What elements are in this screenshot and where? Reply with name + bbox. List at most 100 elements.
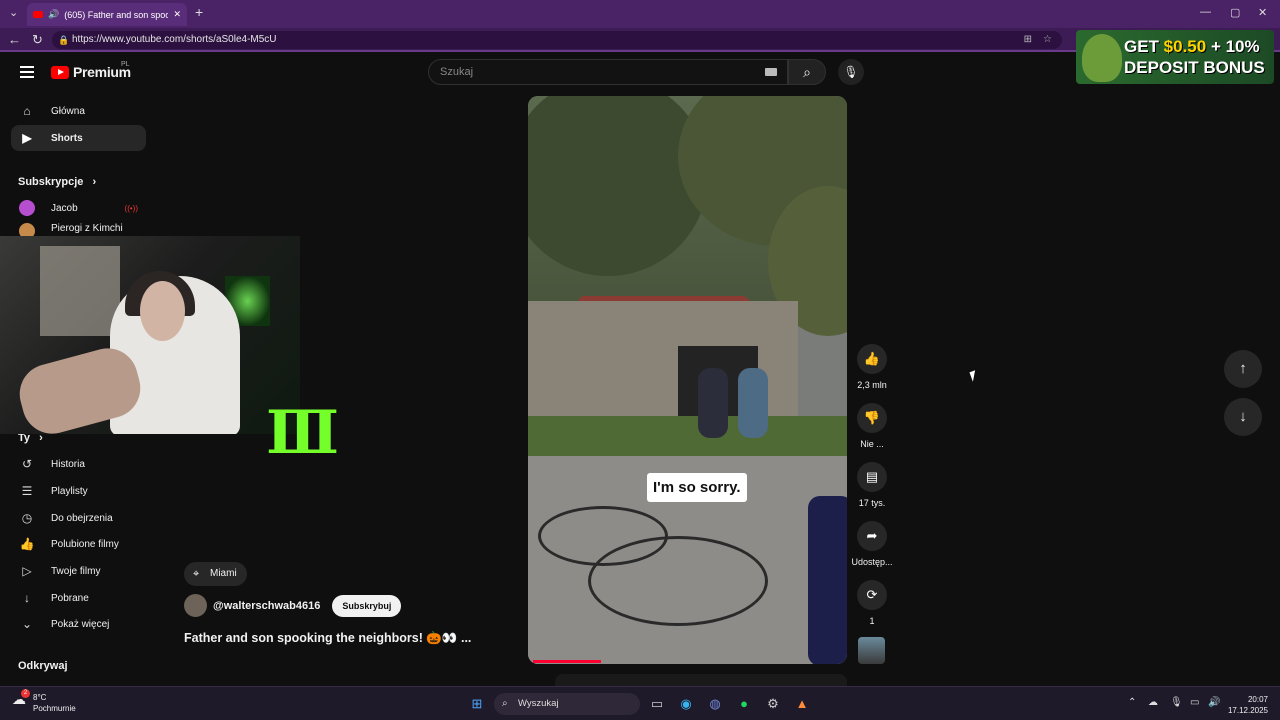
spotify-icon[interactable]: ● (735, 695, 753, 713)
edge-icon[interactable]: ◉ (677, 695, 695, 713)
search-input[interactable]: Szukaj (428, 59, 788, 85)
search-button[interactable]: ⌕ (788, 59, 826, 85)
thumb-down-icon: 👎 (857, 403, 887, 433)
shorts-video-player[interactable]: I'm so sorry. (528, 96, 847, 664)
close-tab-icon[interactable]: ✕ (173, 9, 181, 20)
like-button[interactable]: 👍 2,3 mln (850, 344, 894, 390)
tab-list-icon[interactable]: ⌄ (9, 6, 18, 19)
youtube-logo[interactable]: Premium PL (51, 61, 131, 80)
favorite-star-icon[interactable]: ☆ (1043, 31, 1052, 49)
time: 20:07 (1247, 695, 1268, 704)
clock-icon: ◷ (21, 511, 33, 525)
temperature: 8°C (33, 693, 47, 702)
sidebar-item-label: Pobrane (51, 592, 89, 604)
video-caption: I'm so sorry. (647, 473, 747, 502)
sidebar-item-downloads[interactable]: ↓ Pobrane (11, 585, 146, 611)
steam-icon[interactable]: ⚙ (764, 695, 782, 713)
subscriptions-header[interactable]: Subskrypcje › (18, 176, 96, 188)
tray-chevron-up-icon[interactable]: ⌃ (1128, 697, 1136, 708)
close-window-button[interactable]: ✕ (1258, 6, 1267, 19)
share-button[interactable]: ➦ Udostęp... (850, 521, 894, 567)
sound-thumbnail[interactable] (858, 637, 885, 664)
dislike-button[interactable]: 👎 Nie ... (850, 403, 894, 449)
avatar[interactable] (184, 594, 207, 617)
system-clock[interactable]: 20:07 17.12.2025 (1226, 694, 1268, 716)
monster-logo-icon: Ⅲ (266, 398, 340, 468)
app-icon[interactable]: ▲ (793, 695, 811, 713)
maximize-button[interactable]: ▢ (1230, 6, 1240, 19)
voice-search-button[interactable]: 🎙 (838, 59, 864, 85)
history-icon: ↺ (21, 457, 33, 471)
date: 17.12.2025 (1227, 706, 1268, 715)
keyboard-icon[interactable] (765, 68, 777, 76)
chevron-right-icon: › (92, 176, 97, 188)
windows-start-icon[interactable]: ⊞ (468, 695, 486, 713)
playlist-icon: ☰ (21, 484, 33, 498)
location-chip[interactable]: ⌖ Miami (184, 562, 247, 586)
sidebar-item-jacob[interactable]: Jacob ((•)) (11, 195, 146, 221)
sidebar-item-shorts[interactable]: ▶ Shorts (11, 125, 146, 151)
sidebar-item-liked[interactable]: 👍 Polubione filmy (11, 531, 146, 557)
channel-row: @walterschwab4616 Subskrybuj (184, 594, 402, 617)
thumb-up-icon: 👍 (857, 344, 887, 374)
remix-button[interactable]: ⟳ 1 (850, 580, 894, 626)
microphone-icon: 🎙 (843, 65, 859, 79)
comment-count: 17 tys. (858, 498, 886, 508)
previous-short-button[interactable]: ↑ (1224, 350, 1262, 388)
share-icon: ➦ (857, 521, 887, 551)
weather-condition: Pochmurnie (33, 704, 76, 713)
sidebar-item-your-videos[interactable]: ▷ Twoje filmy (11, 558, 146, 584)
discord-icon[interactable]: ◍ (706, 695, 724, 713)
sidebar-item-playlists[interactable]: ☰ Playlisty (11, 478, 146, 504)
location-text: Miami (210, 568, 237, 579)
sidebar-item-label: Pokaż więcej (51, 618, 110, 630)
menu-icon[interactable] (20, 66, 34, 78)
search-icon: ⌕ (502, 698, 508, 709)
channel-name[interactable]: @walterschwab4616 (213, 600, 320, 612)
location-pin-icon: ⌖ (193, 568, 200, 580)
taskbar-search[interactable]: ⌕ Wyszukaj (494, 693, 640, 715)
sidebar-item-label: Główna (51, 105, 85, 117)
tab-title: (605) Father and son spooking t (64, 9, 169, 20)
avatar (19, 200, 35, 216)
video-icon: ▷ (22, 564, 32, 578)
video-progress-bar[interactable] (533, 660, 601, 663)
apps-icon[interactable]: ⊞ (1024, 31, 1032, 49)
browser-tab[interactable]: 🔊 (605) Father and son spooking t ✕ (27, 3, 187, 26)
network-icon[interactable]: ▭ (1190, 697, 1199, 708)
task-view-icon[interactable]: ▭ (648, 695, 666, 713)
microphone-icon[interactable]: 🎙 (1170, 697, 1183, 708)
comments-button[interactable]: ▤ 17 tys. (850, 462, 894, 508)
sidebar-item-home[interactable]: ⌂ Główna (11, 98, 146, 124)
new-tab-button[interactable]: + (195, 4, 203, 20)
arrow-down-icon: ↓ (1239, 408, 1247, 425)
sidebar-item-pierogi[interactable]: Pierogi z Kimchi (11, 223, 146, 236)
weather-widget[interactable]: ☁ 2 8°C Pochmurnie (12, 689, 76, 714)
next-short-button[interactable]: ↓ (1224, 398, 1262, 436)
next-short-preview[interactable] (555, 674, 847, 686)
live-icon: ((•)) (124, 203, 138, 213)
arrow-up-icon: ↑ (1239, 360, 1247, 377)
sidebar-item-show-more[interactable]: ⌄ Pokaż więcej (11, 611, 146, 637)
share-label: Udostęp... (851, 557, 893, 567)
speaker-icon[interactable]: 🔊 (48, 9, 59, 20)
url-field[interactable]: 🔒 https://www.youtube.com/shorts/aS0le4-… (52, 31, 1062, 49)
sidebar-item-label: Playlisty (51, 485, 88, 497)
sidebar-item-history[interactable]: ↺ Historia (11, 451, 146, 477)
youtube-favicon-icon (33, 11, 43, 18)
back-arrow-icon[interactable]: ← (8, 32, 21, 47)
sidebar-item-label: Shorts (51, 132, 83, 144)
volume-icon[interactable]: 🔊 (1208, 697, 1220, 708)
search-icon: ⌕ (803, 64, 811, 80)
subscriptions-title: Subskrypcje (18, 176, 84, 188)
minimize-button[interactable]: — (1200, 6, 1211, 18)
onedrive-cloud-icon[interactable]: ☁ (1148, 697, 1158, 708)
reload-icon[interactable]: ↻ (32, 32, 43, 48)
taskbar-search-label: Wyszukaj (518, 698, 559, 709)
url-text: https://www.youtube.com/shorts/aS0le4-M5… (72, 34, 277, 45)
lock-icon: 🔒 (58, 35, 70, 45)
subscribe-button[interactable]: Subskrybuj (332, 594, 402, 617)
home-icon: ⌂ (23, 104, 31, 118)
video-title[interactable]: Father and son spooking the neighbors! 🎃… (184, 631, 471, 646)
sidebar-item-watch-later[interactable]: ◷ Do obejrzenia (11, 505, 146, 531)
